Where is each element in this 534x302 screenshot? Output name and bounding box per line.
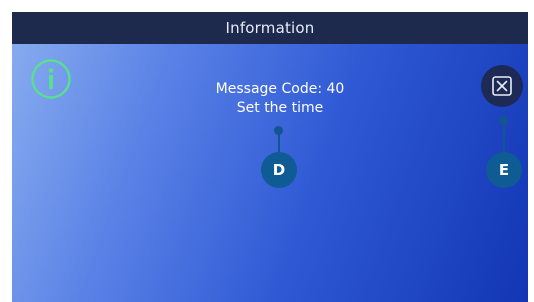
message-text: Message Code: 40 Set the time <box>162 80 398 118</box>
callout-e-line <box>503 121 505 153</box>
callout-e-badge: E <box>486 152 522 188</box>
callout-d-badge: D <box>261 152 297 188</box>
close-icon <box>492 76 512 96</box>
close-button[interactable] <box>481 65 523 107</box>
message-code: Message Code: 40 <box>215 81 345 97</box>
info-icon <box>30 58 72 100</box>
page-title: Information <box>225 19 315 37</box>
title-bar: Information <box>12 12 528 44</box>
callout-d-line <box>278 131 280 153</box>
message-description: Set the time <box>236 100 324 116</box>
